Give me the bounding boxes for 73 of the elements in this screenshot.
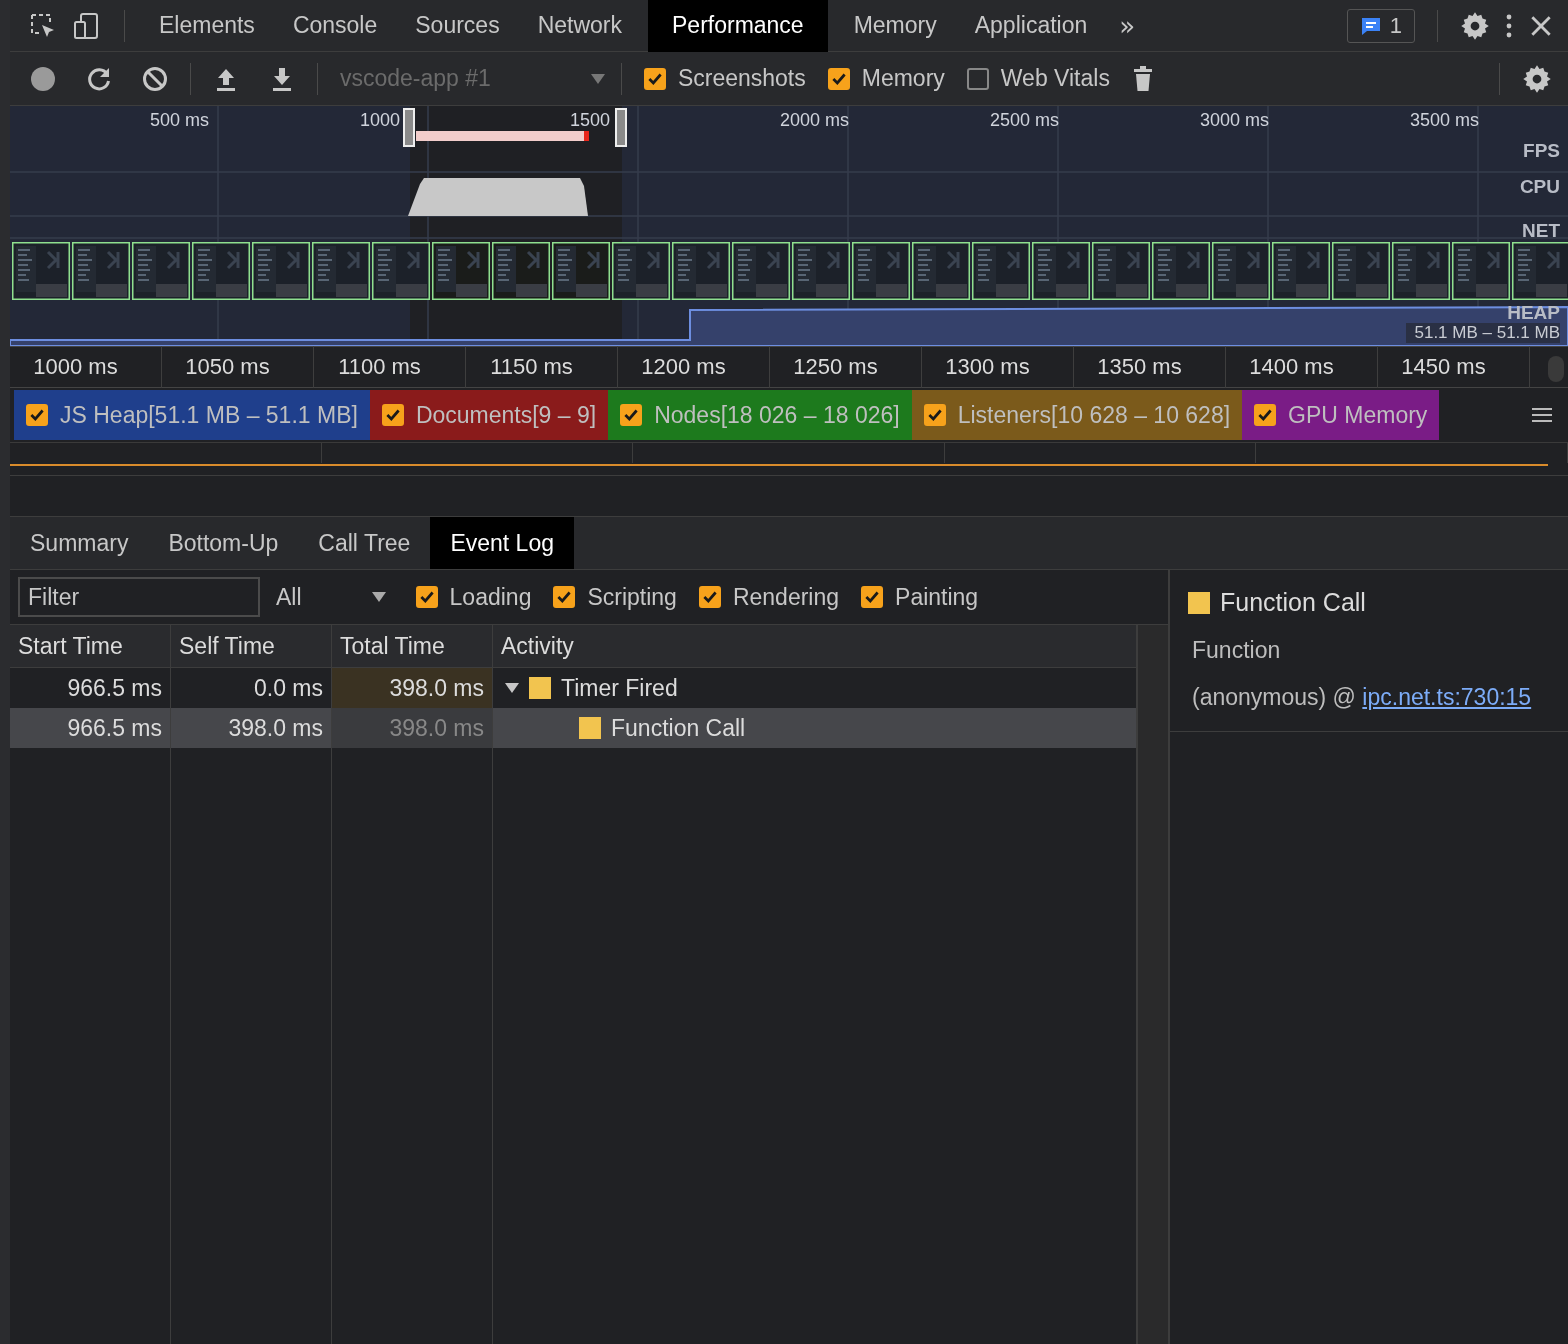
track-label: FPS [1523,140,1560,162]
counter-toggle[interactable]: JS Heap[51.1 MB – 51.1 MB] [14,390,370,440]
track-label: HEAP [1507,302,1560,324]
source-link[interactable]: ipc.net.ts:730:15 [1362,684,1532,710]
time-tick: 1000 [360,110,401,131]
view-tab[interactable]: Bottom-Up [148,517,299,569]
counter-toggle[interactable]: Documents[9 – 9] [369,390,609,440]
scrollbar-thumb[interactable] [1548,356,1564,382]
duration-select[interactable]: All [276,583,386,611]
issues-button[interactable]: 1 [1346,8,1415,43]
settings-icon[interactable] [1522,63,1552,94]
table-cell: 966.5 ms [10,708,171,748]
scrollbar-track[interactable] [1137,625,1168,1344]
view-tab[interactable]: Call Tree [298,517,431,569]
panel-tab[interactable]: Performance [648,0,828,52]
time-tick: 3500 ms [1410,110,1480,131]
time-tick: 1500 [570,110,611,131]
toolbar-checkbox[interactable]: Web Vitals [966,65,1110,92]
time-tick: 1000 ms [10,346,162,388]
track-label: CPU [1519,176,1560,198]
track-label: NET [1522,220,1560,242]
settings-icon[interactable] [1460,10,1490,41]
caret-icon [371,592,386,602]
panel-tab[interactable]: Console [280,0,390,52]
panel-tab[interactable]: Application [962,0,1100,52]
time-tick: 3000 ms [1200,110,1270,131]
category-checkbox[interactable]: Scripting [553,583,677,611]
toolbar-checkbox[interactable]: Memory [827,65,945,92]
table-cell: 398.0 ms [332,708,493,748]
category-checkbox[interactable]: Loading [415,583,532,611]
time-tick: 2500 ms [990,110,1060,131]
activity-name: Function Call [611,714,746,743]
field-label: Function [1191,637,1282,664]
time-tick: 500 ms [150,110,210,131]
expand-arrow-icon[interactable] [505,681,519,695]
time-tick: 1150 ms [466,346,618,388]
trash-icon[interactable] [1131,64,1154,93]
category-checkbox[interactable]: Rendering [698,583,840,611]
time-tick: 1100 ms [314,346,466,388]
view-tab[interactable]: Summary [10,517,149,569]
time-tick: 1400 ms [1226,346,1378,388]
caret-icon [590,73,605,84]
time-tick: 1450 ms [1378,346,1530,388]
column-header[interactable]: Self Time [171,625,332,667]
range-handle[interactable] [403,108,415,147]
column-header[interactable]: Start Time [10,625,171,667]
panel-tab[interactable]: Memory [841,0,949,52]
heap-range: 51.1 MB – 51.1 MB [1406,323,1560,343]
panel-tab[interactable]: Network [525,0,634,52]
clear-icon[interactable] [142,65,168,92]
details-title: Function Call [1220,588,1366,617]
panel-tab[interactable]: Sources [403,0,512,52]
range-handle[interactable] [615,108,627,147]
record-icon[interactable] [30,65,56,92]
time-tick: 1200 ms [618,346,770,388]
time-tick: 1050 ms [162,346,314,388]
toolbar-checkbox[interactable]: Screenshots [643,65,806,92]
more-tabs-button[interactable]: » [1113,10,1142,41]
filter-field[interactable]: Filter [18,577,260,617]
view-tab[interactable]: Event Log [430,517,574,569]
activity-name: Timer Fired [561,674,678,703]
category-checkbox[interactable]: Painting [861,583,979,611]
time-tick: 1250 ms [770,346,922,388]
time-tick: 2000 ms [780,110,850,131]
column-header[interactable]: Total Time [332,625,493,667]
menu-icon[interactable] [1532,407,1552,423]
counter-toggle[interactable]: GPU Memory [1242,390,1440,440]
panel-tab[interactable]: Elements [147,0,267,52]
time-tick: 1300 ms [922,346,1074,388]
time-tick: 1350 ms [1074,346,1226,388]
reload-icon[interactable] [86,65,112,92]
table-cell: 398.0 ms [332,668,493,710]
field-value: (anonymous) @ [1192,684,1357,710]
